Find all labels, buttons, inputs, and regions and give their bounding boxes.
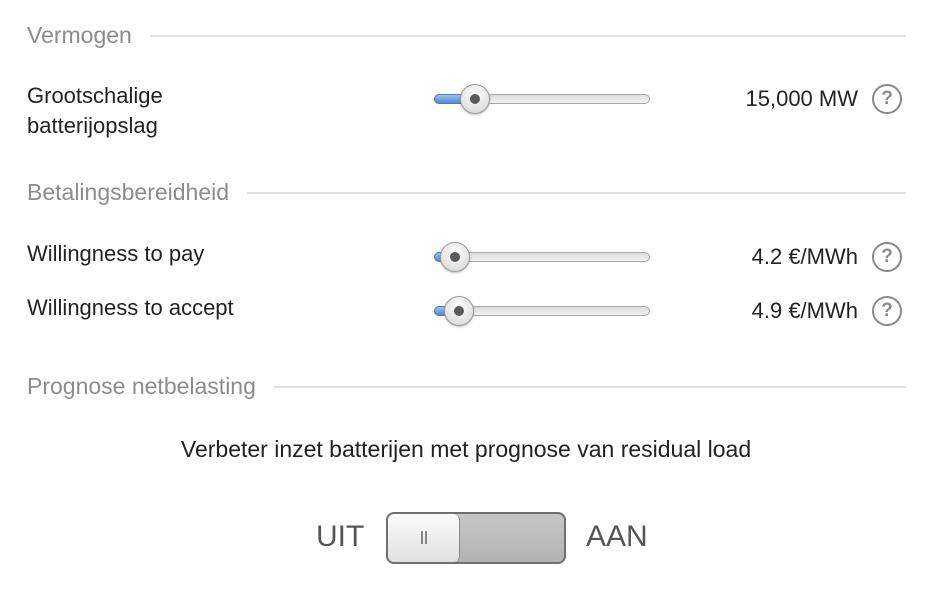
section-title-capacity: Vermogen (27, 22, 132, 48)
battery-storage-slider[interactable] (434, 84, 650, 114)
forecast-description: Verbeter inzet batterijen met prognose v… (180, 436, 752, 462)
battery-storage-label-line1: Grootschalige (27, 83, 163, 108)
slider-knob[interactable] (440, 242, 470, 272)
section-divider (247, 191, 906, 194)
willingness-to-pay-slider[interactable] (434, 242, 650, 272)
willingness-to-pay-value: 4.2 €/MWh (751, 244, 858, 269)
section-header-capacity: Vermogen (27, 22, 906, 49)
section-divider (273, 385, 906, 388)
battery-storage-label-line2: batterijopslag (27, 113, 158, 138)
willingness-to-pay-label: Willingness to pay (27, 241, 205, 266)
forecast-toggle-switch[interactable]: II (386, 512, 566, 564)
help-icon[interactable]: ? (872, 296, 902, 326)
toggle-off-label: UIT (316, 520, 365, 553)
slider-knob[interactable] (444, 296, 474, 326)
willingness-to-accept-value: 4.9 €/MWh (751, 298, 858, 323)
help-icon[interactable]: ? (872, 84, 902, 114)
section-divider (149, 34, 906, 37)
help-icon[interactable]: ? (872, 242, 902, 272)
slider-knob[interactable] (460, 84, 490, 114)
section-title-forecast: Prognose netbelasting (27, 373, 256, 399)
section-title-willingness: Betalingsbereidheid (27, 179, 230, 205)
section-header-forecast: Prognose netbelasting (27, 373, 906, 400)
willingness-to-accept-label: Willingness to accept (27, 295, 234, 320)
battery-storage-value: 15,000 MW (745, 86, 859, 111)
willingness-to-accept-slider[interactable] (434, 296, 650, 326)
battery-storage-label: Grootschalige batterijopslag (27, 81, 163, 141)
toggle-on-label: AAN (586, 520, 648, 553)
toggle-thumb[interactable]: II (388, 514, 460, 562)
section-header-willingness: Betalingsbereidheid (27, 179, 906, 206)
